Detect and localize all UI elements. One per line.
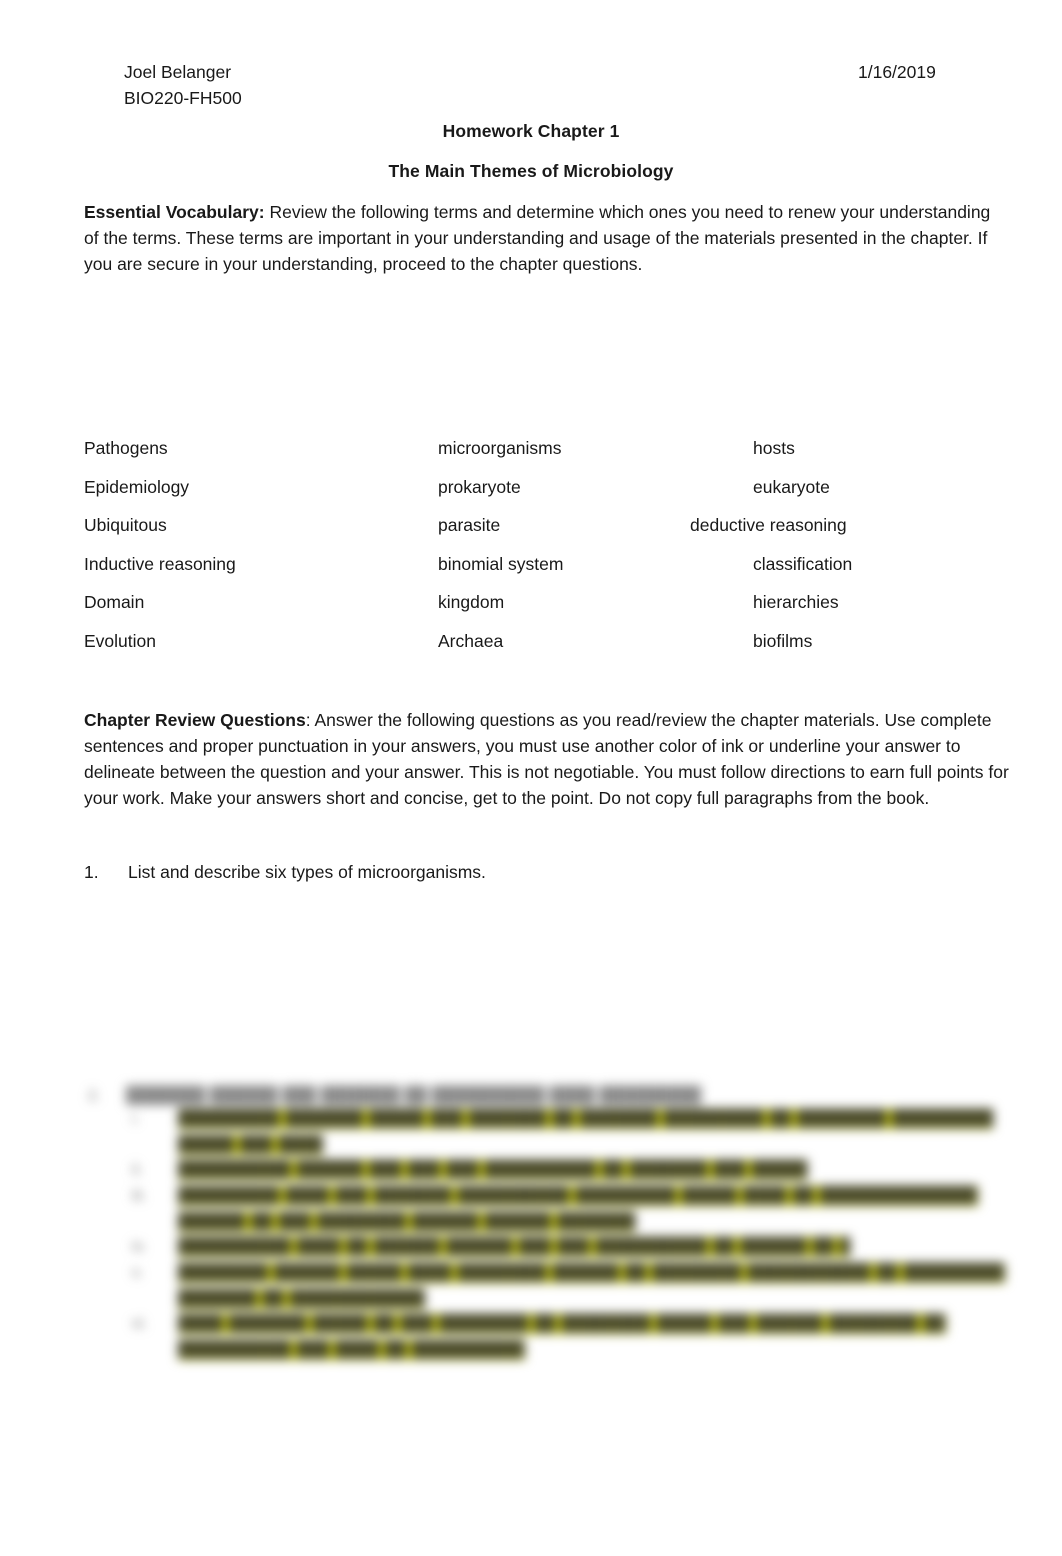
vocabulary-term: kingdom	[438, 592, 505, 613]
vocabulary-term: Epidemiology	[84, 476, 190, 497]
vocabulary-term: deductive reasoning	[690, 515, 847, 536]
vocabulary-term: Evolution	[84, 630, 156, 651]
document-subtitle: The Main Themes of Microbiology	[388, 161, 674, 181]
list-marker: vi.	[132, 1315, 147, 1332]
vocabulary-term: Pathogens	[84, 438, 168, 458]
course-code: BIO220-FH500	[124, 88, 242, 108]
blurred-answer-text: ████ ███████ █████ ██ ███ ████████ ██ ██…	[178, 1314, 946, 1360]
vocabulary-row: Epidemiology prokaryote eukaryote	[0, 474, 1062, 513]
blurred-answer-text: █████████ ████ ███ ███████ ██████████ ██…	[178, 1186, 978, 1232]
vocabulary-term: prokaryote	[438, 476, 521, 497]
blurred-answer-text: █████████ ███████ █████ ███ ███████ ██ █…	[178, 1109, 994, 1155]
vocabulary-term: eukaryote	[753, 476, 830, 497]
vocabulary-term: classification	[753, 553, 853, 574]
vocabulary-row: Inductive reasoning binomial system clas…	[0, 551, 1062, 590]
student-name: Joel Belanger	[124, 62, 232, 82]
vocabulary-term-grid: Pathogens microorganisms hosts Epidemiol…	[0, 435, 1062, 667]
vocabulary-row: Evolution Archaea biofilms	[0, 628, 1062, 667]
vocabulary-term: hosts	[753, 438, 795, 458]
question-text: List and describe six types of microorga…	[128, 862, 486, 882]
blurred-question-heading: ███████ ██████ ███ ███████ ██ ██████████…	[126, 1087, 702, 1104]
list-marker: i.	[132, 1110, 140, 1127]
vocabulary-term: Archaea	[438, 630, 504, 651]
vocabulary-term: hierarchies	[753, 592, 839, 613]
vocabulary-term: biofilms	[753, 630, 813, 651]
chapter-review-label: Chapter Review Questions	[84, 710, 306, 730]
essential-vocabulary-label: Essential Vocabulary:	[84, 202, 265, 222]
blurred-list-item: vi. ████ ███████ █████ ██ ███ ████████ █…	[132, 1311, 1013, 1362]
blurred-answer-text: ██████████ ██████ ███ ███ ███ ██████████…	[178, 1160, 808, 1180]
blurred-list-item: iii. █████████ ████ ███ ███████ ████████…	[132, 1183, 1040, 1234]
blurred-answer-block: 2. ███████ ██████ ███ ███████ ██ ███████…	[80, 1080, 1040, 1365]
chapter-review-paragraph: Chapter Review Questions: Answer the fol…	[84, 707, 1009, 811]
blurred-answer-text: ████████ ██████ █████ ████ ████████ ████…	[178, 1263, 1005, 1309]
blurred-list-item: ii. ██████████ ██████ ███ ███ ███ ██████…	[132, 1157, 918, 1183]
vocabulary-row: Ubiquitous parasite deductive reasoning	[0, 512, 1062, 551]
vocabulary-row: Domain kingdom hierarchies	[0, 589, 1062, 628]
vocabulary-row: Pathogens microorganisms hosts	[0, 435, 1062, 474]
blurred-list-item: i. █████████ ███████ █████ ███ ███████ █…	[132, 1106, 1040, 1157]
document-page: Joel Belanger BIO220-FH500 1/16/2019 Hom…	[0, 0, 1062, 1556]
vocabulary-term: Inductive reasoning	[84, 553, 236, 574]
vocabulary-term: Domain	[84, 592, 145, 613]
blurred-list-item: v. ████████ ██████ █████ ████ ████████ █…	[132, 1260, 1040, 1311]
document-title: Homework Chapter 1	[442, 121, 620, 141]
list-marker: v.	[132, 1264, 143, 1281]
question-number: 1.	[84, 862, 99, 882]
question-number: 2.	[88, 1087, 101, 1104]
list-marker: iii.	[132, 1187, 147, 1204]
vocabulary-term: microorganisms	[438, 438, 562, 458]
list-marker: ii.	[132, 1161, 143, 1178]
essential-vocabulary-paragraph: Essential Vocabulary: Review the followi…	[84, 199, 1009, 277]
vocabulary-term: parasite	[438, 515, 501, 536]
list-marker: iv.	[132, 1238, 146, 1255]
review-question-item: 1. List and describe six types of microor…	[84, 859, 984, 885]
vocabulary-term: Ubiquitous	[84, 515, 167, 536]
vocabulary-term: binomial system	[438, 553, 564, 574]
assignment-date: 1/16/2019	[858, 62, 936, 82]
